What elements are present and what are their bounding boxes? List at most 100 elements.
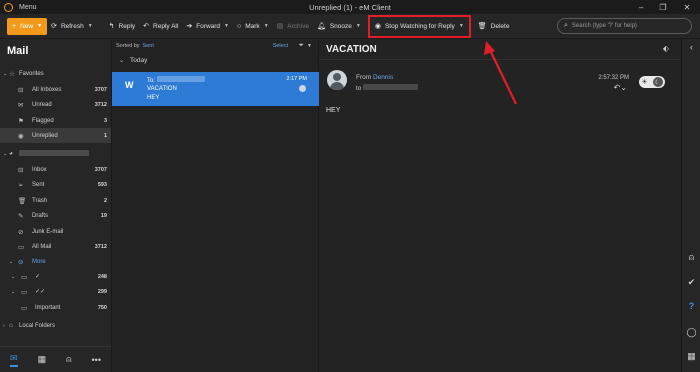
sidebar-item-more[interactable]: ⌄ ⊖ More — [0, 254, 111, 269]
forward-icon: ➔ — [186, 23, 193, 30]
trash-icon: 🗑︎ — [18, 197, 27, 205]
chevron-right-icon[interactable]: › — [3, 323, 5, 329]
send-icon: ➢ — [18, 181, 24, 189]
reply-all-button[interactable]: ↶ Reply All — [139, 18, 182, 35]
contacts-icon[interactable]: ⍝ — [66, 354, 71, 365]
sidebar-item-all-inboxes[interactable]: ⊟ All Inboxes 3707 — [0, 82, 111, 97]
mark-button[interactable]: ○ Mark ▼ — [233, 18, 273, 35]
stop-watching-for-reply-button[interactable]: ◉ Stop Watching for Reply ▼ — [367, 14, 471, 38]
sidebar-item-check[interactable]: ⌄ ▭ ✓ 248 — [0, 269, 111, 284]
draft-icon: ✎ — [18, 212, 24, 220]
sidebar-item-all-mail[interactable]: ▭ All Mail 3712 — [0, 239, 111, 254]
app-logo-icon[interactable] — [4, 2, 13, 12]
delete-button[interactable]: 🗑︎ Delete — [474, 18, 514, 35]
sort-bar: Sorted by Sent Select ⏷ ▼ — [116, 42, 312, 50]
message-preview: HEY — [147, 95, 160, 101]
sidebar-title: Mail — [7, 45, 29, 57]
collapse-icon[interactable]: ‹ — [682, 42, 700, 52]
archive-button[interactable]: ▤ Archive — [273, 18, 313, 35]
folder-icon: ▭ — [21, 304, 28, 312]
chevron-down-icon[interactable]: ⌄ — [11, 289, 15, 295]
search-icon: ⌕ — [564, 22, 568, 29]
theme-toggle[interactable]: ☀ ☾ — [639, 76, 665, 88]
sender-name[interactable]: Dennis — [373, 74, 393, 81]
message-row[interactable]: W To: VACATION HEY 2:17 PM — [112, 72, 319, 106]
message-subject: VACATION — [147, 86, 177, 92]
chevron-down-icon[interactable]: ▼ — [224, 23, 229, 29]
chevron-down-icon[interactable]: ▼ — [88, 23, 93, 29]
envelope-icon: ✉ — [18, 101, 24, 109]
sidebar-item-junk[interactable]: ⊘ Junk E-mail — [0, 224, 111, 239]
reply-all-icon: ↶ — [143, 23, 150, 30]
minimize-button[interactable]: – — [630, 0, 652, 14]
favorites-group[interactable]: ⌄ ☆ Favorites — [0, 66, 111, 81]
bell-icon: 🔔︎ — [316, 23, 326, 30]
chevron-down-icon[interactable]: ⌄ — [3, 71, 7, 77]
reply-arrow-icon[interactable]: ↶⌄ — [614, 83, 627, 92]
archive-icon: ▤ — [276, 23, 284, 30]
mail-icon[interactable]: ✉ — [10, 353, 18, 367]
sidebar-item-sent[interactable]: ➢ Sent 593 — [0, 177, 111, 192]
sidebar-item-flagged[interactable]: ⚑ Flagged 3 — [0, 113, 111, 128]
tag-icon[interactable]: ⬖ — [663, 44, 669, 53]
toolbar: + New ▼ ⟳ Refresh ▼ ↰ Reply ↶ Reply All … — [0, 14, 700, 39]
message-list: Sorted by Sent Select ⏷ ▼ ⌄ Today W To: … — [111, 39, 319, 372]
from-line: From Dennis — [356, 74, 394, 81]
chevron-down-icon[interactable]: ▼ — [307, 43, 312, 49]
trash-icon: 🗑︎ — [477, 23, 487, 30]
contact-icon[interactable]: ⍝ — [682, 252, 700, 263]
sidebar-item-inbox[interactable]: ⊟ Inbox 3707 — [0, 162, 111, 177]
chevron-down-icon[interactable]: ⌄ — [3, 151, 7, 157]
star-icon: ☆ — [9, 70, 15, 78]
sidebar-item-trash[interactable]: 🗑︎ Trash 2 — [0, 193, 111, 208]
help-icon[interactable]: ? — [682, 301, 700, 311]
window-title: Unreplied (1) - eM Client — [309, 3, 391, 12]
annotation-arrow — [484, 41, 517, 105]
calendar-icon[interactable]: ▦ — [682, 351, 700, 362]
chevron-down-icon[interactable]: ▼ — [459, 23, 464, 29]
home-icon: ⌂ — [9, 322, 13, 329]
chevron-down-icon: ⌄ — [119, 57, 125, 64]
sort-field[interactable]: Sent — [143, 43, 154, 49]
snooze-button[interactable]: 🔔︎ Snooze ▼ — [313, 18, 365, 35]
sidebar-item-double-check[interactable]: ⌄ ▭ ✓✓ 299 — [0, 284, 111, 299]
close-button[interactable]: ✕ — [676, 0, 698, 14]
sidebar-item-unread[interactable]: ✉ Unread 3712 — [0, 97, 111, 112]
folder-icon: ▭ — [21, 288, 28, 296]
search-input[interactable]: ⌕ Search (type '?' for help) — [557, 18, 692, 34]
watch-reply-icon — [299, 85, 306, 92]
chat-icon[interactable]: ◯ — [682, 327, 700, 338]
minus-circle-icon: ⊖ — [18, 258, 24, 266]
reply-button[interactable]: ↰ Reply — [105, 18, 140, 35]
to-line: to — [356, 84, 419, 92]
calendar-icon[interactable]: ▦ — [38, 354, 47, 365]
group-header-today[interactable]: ⌄ Today — [112, 53, 318, 67]
received-time: 2:57:32 PM — [598, 75, 629, 81]
sidebar-item-unreplied[interactable]: ◉ Unreplied 1 — [0, 128, 111, 143]
plus-icon: + — [12, 22, 17, 30]
local-folders-group[interactable]: › ⌂ Local Folders — [0, 318, 111, 333]
select-button[interactable]: Select — [273, 43, 288, 49]
chevron-down-icon[interactable]: ⌄ — [11, 274, 15, 280]
menu-button[interactable]: Menu — [19, 4, 37, 11]
sidebar-item-drafts[interactable]: ✎ Drafts 19 — [0, 208, 111, 223]
chevron-down-icon[interactable]: ▼ — [356, 23, 361, 29]
new-button[interactable]: + New ▼ — [7, 17, 48, 35]
account-icon: ◕ — [9, 150, 13, 157]
chevron-down-icon[interactable]: ▼ — [264, 23, 269, 29]
sidebar-item-important[interactable]: ▭ Important 750 — [0, 300, 111, 315]
right-rail: ‹ ⍝ ✔ ? ◯ ▦ — [681, 39, 700, 372]
more-dots-icon[interactable]: ••• — [92, 355, 101, 365]
task-check-icon[interactable]: ✔ — [682, 277, 700, 288]
chevron-down-icon[interactable]: ⌄ — [9, 259, 13, 265]
junk-icon: ⊘ — [18, 228, 24, 236]
account-group[interactable]: ⌄ ◕ — [0, 146, 111, 161]
refresh-button[interactable]: ⟳ Refresh ▼ — [47, 18, 97, 35]
maximize-button[interactable]: ❐ — [652, 0, 674, 14]
title-bar: Menu Unreplied (1) - eM Client – ❐ ✕ — [0, 0, 700, 14]
chevron-down-icon[interactable]: ▼ — [37, 23, 42, 29]
forward-button[interactable]: ➔ Forward ▼ — [182, 18, 233, 35]
refresh-icon: ⟳ — [51, 23, 57, 30]
filter-icon[interactable]: ⏷ — [298, 42, 304, 50]
folder-icon: ▭ — [21, 273, 28, 281]
